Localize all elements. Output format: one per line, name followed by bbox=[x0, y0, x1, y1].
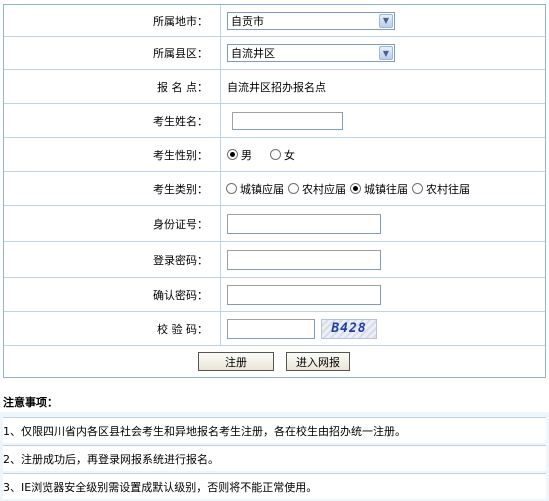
category-option-town-previous[interactable]: 城镇往届 bbox=[350, 181, 408, 197]
registration-form: 所属地市： 自贡市 ▼ 所属县区： 自流井区 ▼ 报 名 点： 自流井区招办报名… bbox=[3, 4, 546, 378]
register-button[interactable]: 注册 bbox=[198, 352, 274, 371]
enter-online-registration-button[interactable]: 进入网报 bbox=[286, 352, 350, 371]
name-input[interactable] bbox=[232, 111, 343, 130]
city-select-value: 自贡市 bbox=[231, 14, 264, 28]
radio-icon[interactable] bbox=[288, 183, 299, 194]
id-number-label: 身份证号： bbox=[4, 206, 221, 241]
captcha-input[interactable] bbox=[227, 318, 315, 339]
row-county: 所属县区： 自流井区 ▼ bbox=[4, 37, 545, 70]
chevron-down-icon[interactable]: ▼ bbox=[379, 13, 393, 28]
row-name: 考生姓名： bbox=[4, 104, 545, 138]
gender-option-female[interactable]: 女 bbox=[270, 147, 295, 163]
row-city: 所属地市： 自贡市 ▼ bbox=[4, 5, 545, 37]
gender-label: 考生性别： bbox=[4, 138, 221, 171]
category-label: 考生类别： bbox=[4, 172, 221, 205]
note-item: 1、仅限四川省内各区县社会考生和异地报名考生注册，各在校生由招办统一注册。 bbox=[3, 417, 546, 443]
row-confirm: 确认密码： bbox=[4, 278, 545, 312]
radio-icon[interactable] bbox=[412, 183, 423, 194]
password-input[interactable] bbox=[227, 249, 381, 270]
radio-icon[interactable] bbox=[270, 149, 281, 160]
password-label: 登录密码： bbox=[4, 242, 221, 277]
site-label: 报 名 点： bbox=[4, 70, 221, 103]
row-captcha: 校 验 码： B428 bbox=[4, 312, 545, 346]
radio-checked-icon[interactable] bbox=[350, 183, 361, 194]
city-select[interactable]: 自贡市 ▼ bbox=[227, 11, 395, 30]
row-password: 登录密码： bbox=[4, 242, 545, 278]
note-item: 2、注册成功后，再登录网报系统进行报名。 bbox=[3, 445, 546, 471]
name-label: 考生姓名： bbox=[4, 104, 221, 137]
city-label: 所属地市： bbox=[4, 5, 221, 36]
row-category: 考生类别： 城镇应届 农村应届 城镇往届 农村往届 bbox=[4, 172, 545, 206]
id-number-input[interactable] bbox=[227, 213, 381, 234]
notes-heading: 注意事项： bbox=[3, 395, 58, 409]
radio-checked-icon[interactable] bbox=[227, 149, 238, 160]
category-option-rural-current[interactable]: 农村应届 bbox=[288, 181, 346, 197]
chevron-down-icon[interactable]: ▼ bbox=[379, 46, 393, 60]
gender-option-male[interactable]: 男 bbox=[227, 147, 252, 163]
radio-icon[interactable] bbox=[226, 183, 237, 194]
row-buttons: 注册 进入网报 bbox=[4, 346, 545, 378]
confirm-password-input[interactable] bbox=[227, 284, 381, 305]
category-option-rural-previous[interactable]: 农村往届 bbox=[412, 181, 470, 197]
captcha-image[interactable]: B428 bbox=[321, 318, 377, 339]
site-value: 自流井区招办报名点 bbox=[227, 80, 326, 94]
captcha-label: 校 验 码： bbox=[4, 312, 221, 345]
note-item: 3、IE浏览器安全级别需设置成默认级别，否则将不能正常使用。 bbox=[3, 473, 546, 499]
category-option-town-current[interactable]: 城镇应届 bbox=[226, 181, 284, 197]
county-select[interactable]: 自流井区 ▼ bbox=[227, 44, 395, 62]
row-id-number: 身份证号： bbox=[4, 206, 545, 242]
county-select-value: 自流井区 bbox=[231, 47, 275, 60]
county-label: 所属县区： bbox=[4, 37, 221, 69]
confirm-label: 确认密码： bbox=[4, 278, 221, 311]
row-gender: 考生性别： 男 女 bbox=[4, 138, 545, 172]
row-site: 报 名 点： 自流井区招办报名点 bbox=[4, 70, 545, 104]
